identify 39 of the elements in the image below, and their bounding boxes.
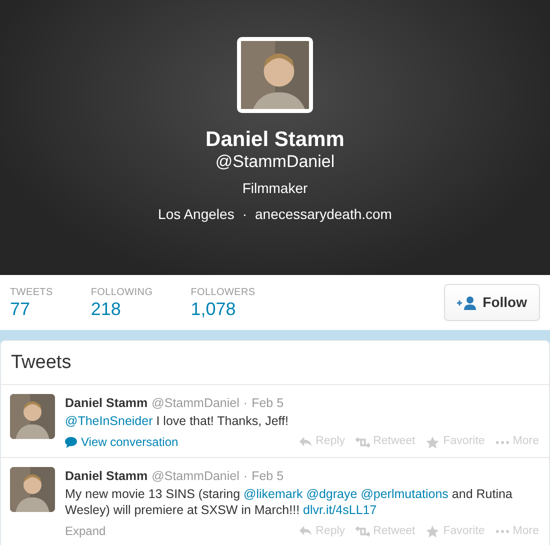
author-handle[interactable]: @StammDaniel xyxy=(152,467,240,486)
star-icon xyxy=(425,524,440,538)
mention-link[interactable]: @perlmutations xyxy=(360,486,448,501)
tweet-text: My new movie 13 SINS (staring @likemark @dgraye @perlmutations and Rutina Wesley) will premiere at SXSW in March!!! dlvr.it/4sLL17 xyxy=(65,486,514,518)
stat-count[interactable]: 1,078 xyxy=(190,300,256,320)
author-name[interactable]: Daniel Stamm xyxy=(65,467,148,486)
profile-handle[interactable]: @StammDaniel xyxy=(0,152,550,172)
reply-icon xyxy=(298,524,313,538)
retweet-icon xyxy=(355,524,370,538)
mention-link[interactable]: @TheInSneider xyxy=(65,414,153,428)
retweet-icon xyxy=(355,436,370,448)
star-icon xyxy=(425,436,440,448)
stat-count[interactable]: 77 xyxy=(10,300,53,320)
profile-location: Los Angeles xyxy=(158,205,234,224)
mention-link[interactable]: dlvr.it/4sLL17 xyxy=(303,503,377,517)
tweet-date[interactable]: Feb 5 xyxy=(252,394,284,413)
timeline-heading: Tweets xyxy=(1,341,549,385)
mention-link[interactable]: @likemark xyxy=(244,486,303,501)
website-link[interactable]: anecessarydeath.com xyxy=(255,204,392,226)
tweet-date[interactable]: Feb 5 xyxy=(252,467,284,486)
stat-label: FOLLOWERS xyxy=(190,286,256,300)
separator-dot: · xyxy=(242,205,247,224)
reply-icon xyxy=(298,436,313,448)
profile-bio: Filmmaker xyxy=(241,179,309,198)
separator-dot: · xyxy=(243,395,248,412)
expand-link[interactable]: Expand xyxy=(65,522,106,540)
stat-count[interactable]: 218 xyxy=(90,300,153,320)
tweet-text: @TheInSneider I love that! Thanks, Jeff! xyxy=(65,412,290,429)
separator-dot: · xyxy=(243,468,248,485)
mention-link[interactable]: @dgraye xyxy=(306,486,358,501)
author-name[interactable]: Daniel Stamm xyxy=(65,394,148,413)
stat-label: TWEETS xyxy=(10,286,53,300)
view-conversation-link[interactable]: View conversation xyxy=(65,433,178,451)
stat-label: FOLLOWING xyxy=(90,286,153,300)
add-user-icon xyxy=(456,296,477,310)
follow-button[interactable]: Follow xyxy=(444,284,540,321)
speech-bubble-icon xyxy=(65,436,77,448)
author-handle[interactable]: @StammDaniel xyxy=(152,394,240,413)
profile-name: Daniel Stamm xyxy=(204,126,346,152)
